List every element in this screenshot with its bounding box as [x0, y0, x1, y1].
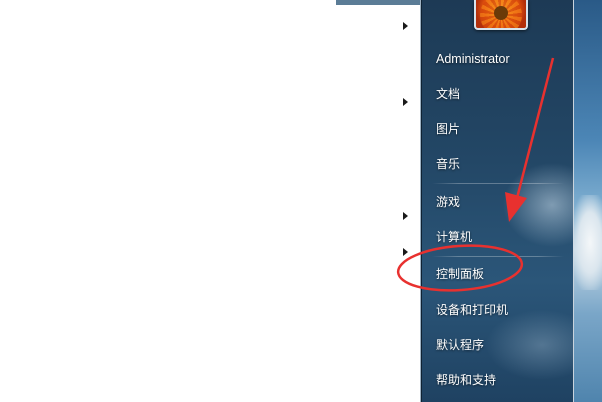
menu-item-default-programs[interactable]: 默认程序: [436, 337, 484, 353]
menu-item-documents[interactable]: 文档: [436, 86, 460, 102]
menu-separator: [432, 256, 564, 257]
menu-item-computer[interactable]: 计算机: [436, 229, 472, 245]
menu-item-help-support[interactable]: 帮助和支持: [436, 372, 496, 388]
user-avatar[interactable]: [474, 0, 528, 30]
submenu-arrow-icon[interactable]: [403, 98, 408, 106]
desktop-background: [572, 0, 602, 402]
submenu-arrow-icon[interactable]: [403, 212, 408, 220]
desktop-cloud: [572, 195, 602, 290]
menu-item-pictures[interactable]: 图片: [436, 121, 460, 137]
menu-separator: [432, 183, 564, 184]
menu-item-music[interactable]: 音乐: [436, 156, 460, 172]
menu-item-control-panel[interactable]: 控制面板: [436, 266, 484, 282]
programs-panel: [0, 0, 421, 402]
menu-item-devices-printers[interactable]: 设备和打印机: [436, 302, 508, 318]
submenu-arrow-icon[interactable]: [403, 22, 408, 30]
menu-item-user[interactable]: Administrator: [436, 51, 510, 67]
flower-center: [494, 6, 508, 20]
programs-panel-top-edge: [336, 0, 420, 5]
menu-item-games[interactable]: 游戏: [436, 194, 460, 210]
submenu-arrow-icon[interactable]: [403, 248, 408, 256]
